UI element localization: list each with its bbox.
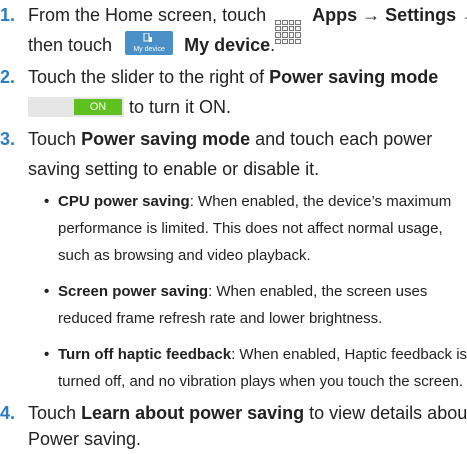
bullet-screen-power-saving: • Screen power saving: When enabled, the … <box>44 278 427 305</box>
bullet-dot: • <box>44 283 50 300</box>
step-text: and touch each power <box>255 129 433 149</box>
power-saving-mode-label: Power saving mode <box>81 129 251 149</box>
step-text: Touch the slider to the right of <box>28 67 265 87</box>
step-number: 2. <box>0 67 16 87</box>
power-saving-toggle: ON <box>28 97 124 117</box>
bullet-text: reduced frame refresh rate and lower bri… <box>58 310 383 327</box>
step-3-line-2: saving setting to enable or disable it. <box>28 159 320 179</box>
bullet-title: Turn off haptic feedback <box>58 346 232 363</box>
bullet-title: Screen power saving <box>58 283 209 300</box>
toggle-on-label: ON <box>74 99 122 115</box>
my-device-icon: My device <box>125 31 174 55</box>
bullet-text: : When enabled, the device’s maximum <box>189 193 452 210</box>
step-text: to view details about <box>309 403 467 423</box>
bullet-text: such as browsing and video playback. <box>58 247 311 264</box>
step-2-line-1: Touch the slider to the right of Power s… <box>28 62 438 92</box>
bullet-dot: • <box>44 346 50 363</box>
step-4-line-2: Power saving. <box>28 429 142 449</box>
step-text: From the Home screen, touch <box>28 5 267 25</box>
settings-label: Settings <box>385 5 457 25</box>
step-text: . <box>270 35 276 55</box>
bullet-text: : When enabled, Haptic feedback is <box>231 346 467 363</box>
arrow: → <box>362 5 381 25</box>
bullet-cpu-power-saving: • CPU power saving: When enabled, the dev… <box>44 188 451 215</box>
step-number: 3. <box>0 129 16 149</box>
my-device-icon-caption: My device <box>133 46 165 53</box>
learn-about-power-saving-label: Learn about power saving <box>81 403 305 423</box>
bullet-text: : When enabled, the screen uses <box>208 283 428 300</box>
bullet-title: CPU power saving <box>58 193 190 210</box>
bullet-dot: • <box>44 193 50 210</box>
step-text: then touch <box>28 35 113 55</box>
apps-grid-icon <box>275 19 302 44</box>
step-number: 1. <box>0 5 16 25</box>
my-device-label: My device <box>184 35 271 55</box>
apps-label: Apps <box>312 5 358 25</box>
step-3-line-1: Touch Power saving mode and touch each p… <box>28 124 432 154</box>
step-number: 4. <box>0 403 16 423</box>
step-text: Touch <box>28 403 77 423</box>
power-saving-mode-label: Power saving mode <box>269 67 439 87</box>
bullet-text: turned off, and no vibration plays when … <box>58 373 463 390</box>
bullet-text: performance is limited. This does not af… <box>58 220 443 237</box>
step-text: Touch <box>28 129 77 149</box>
step-text: to turn it ON. <box>129 97 232 117</box>
step-1-line-2: then touch My device My device. <box>28 30 275 60</box>
device-glyph-icon <box>143 33 153 42</box>
bullet-turn-off-haptic-feedback: • Turn off haptic feedback: When enabled,… <box>44 341 467 368</box>
step-2-line-2: ON to turn it ON. <box>0 92 231 122</box>
arrow: → <box>461 5 467 25</box>
